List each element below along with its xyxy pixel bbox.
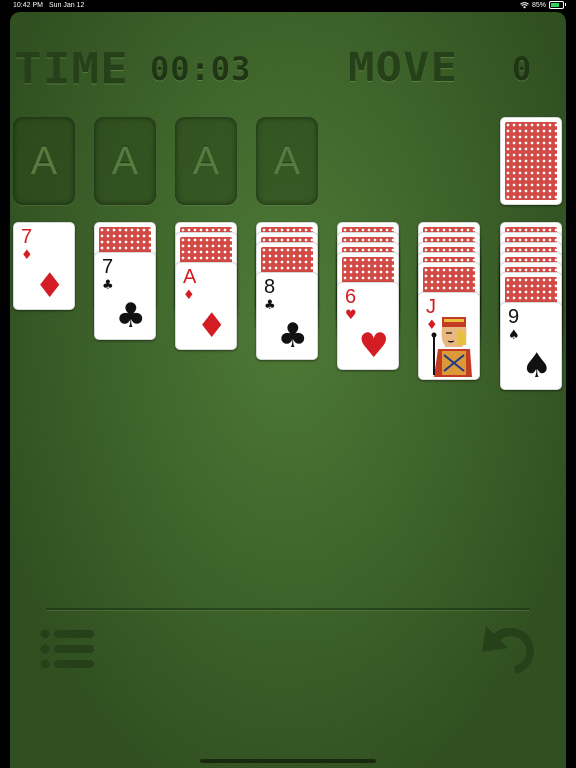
foundation-label: A xyxy=(30,138,58,183)
card-suit-small: ♦ xyxy=(183,288,195,303)
wifi-icon xyxy=(520,1,529,8)
undo-arrow-icon[interactable] xyxy=(476,620,540,678)
jack-face-art xyxy=(431,317,472,377)
time-label: TIME xyxy=(14,44,129,94)
move-label: MOVE xyxy=(348,44,458,91)
card-rank: 8 xyxy=(264,276,276,298)
tableau-card-7[interactable]: 9 ♠ ♠ xyxy=(500,302,562,390)
battery-icon xyxy=(549,1,566,9)
time-value: 00:03 xyxy=(150,50,252,88)
home-indicator xyxy=(200,759,376,763)
foundation-pile-2[interactable]: A xyxy=(94,117,156,205)
stock-pile[interactable] xyxy=(500,117,562,205)
card-rank: A xyxy=(183,266,197,288)
card-rank: 7 xyxy=(102,256,114,278)
foundation-label: A xyxy=(192,138,220,183)
card-rank: 9 xyxy=(508,306,520,328)
game-table: TIME 00:03 MOVE 0 A A A A 7 ♦ ♦ 7 ♣ ♣ A ♦ ♦ 8 ♣ ♣ 6 ♥… xyxy=(10,12,566,768)
card-suit-large: ♠ xyxy=(521,346,552,386)
card-suit-small: ♥ xyxy=(345,308,357,323)
tableau-card-4[interactable]: 8 ♣ ♣ xyxy=(256,272,318,360)
card-suit-large: ♦ xyxy=(34,266,65,306)
card-suit-large: ♣ xyxy=(115,296,146,336)
move-value: 0 xyxy=(512,50,533,88)
foundation-label: A xyxy=(111,138,139,183)
card-rank: 6 xyxy=(345,286,357,308)
battery-percent: 85% xyxy=(531,1,546,9)
status-right: 85% xyxy=(520,1,566,9)
card-suit-large: ♦ xyxy=(196,306,227,346)
foundation-pile-3[interactable]: A xyxy=(175,117,237,205)
foundation-pile-4[interactable]: A xyxy=(256,117,318,205)
divider xyxy=(46,608,530,610)
menu-list-icon[interactable] xyxy=(38,624,98,674)
card-rank: 7 xyxy=(21,226,33,248)
card-suit-small: ♠ xyxy=(508,328,520,343)
status-bar: 10:42 PM Sun Jan 12 85% xyxy=(0,0,576,12)
tableau-card-1[interactable]: 7 ♦ ♦ xyxy=(13,222,75,310)
tableau-card-2[interactable]: 7 ♣ ♣ xyxy=(94,252,156,340)
foundation-pile-1[interactable]: A xyxy=(13,117,75,205)
card-suit-small: ♣ xyxy=(102,278,114,293)
tableau-card-3[interactable]: A ♦ ♦ xyxy=(175,262,237,350)
foundation-label: A xyxy=(273,138,301,183)
card-suit-small: ♦ xyxy=(21,248,33,263)
card-suit-large: ♥ xyxy=(358,326,389,366)
tableau-card-5[interactable]: 6 ♥ ♥ xyxy=(337,282,399,370)
card-suit-small: ♣ xyxy=(264,298,276,313)
tableau-card-6[interactable]: J ♦ xyxy=(418,292,480,380)
status-date: Sun Jan 12 xyxy=(49,2,85,9)
card-suit-large: ♣ xyxy=(277,316,308,356)
status-time: 10:42 PM xyxy=(13,2,43,9)
